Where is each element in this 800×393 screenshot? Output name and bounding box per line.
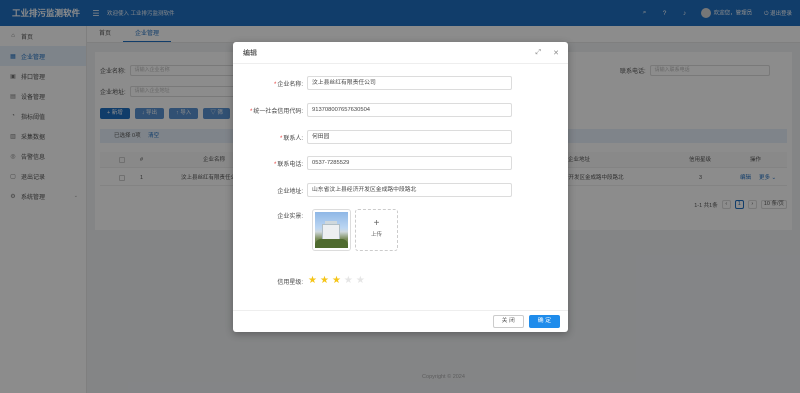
plus-icon: + — [373, 218, 380, 229]
field-phone: *联系电话: 0537-7285529 — [233, 156, 512, 170]
enterprise-name-input[interactable]: 汶上县丝红有限责任公司 — [307, 76, 512, 90]
star-icon[interactable]: ★ — [332, 276, 341, 286]
phone-input[interactable]: 0537-7285529 — [307, 156, 512, 170]
confirm-button[interactable]: 确 定 — [528, 315, 560, 328]
star-icon[interactable]: ★ — [356, 276, 365, 286]
field-label: *联系电话: — [273, 161, 303, 168]
credit-code-input[interactable]: 91370800765763050​4 — [307, 103, 512, 117]
field-label: 企业地址: — [277, 188, 303, 195]
field-credit-code: *统一社会信用代码: 91370800765763050​4 — [233, 103, 512, 117]
star-icon[interactable]: ★ — [320, 276, 329, 286]
field-address: 企业地址: 山东省汶上县经济开发区金成路中段路北 — [233, 183, 512, 197]
field-contact: *联系人: 何田园 — [233, 130, 512, 144]
rating-stars[interactable]: ★ ★ ★ ★ ★ — [308, 276, 365, 286]
star-icon[interactable]: ★ — [344, 276, 353, 286]
modal-title: 编辑 — [243, 49, 257, 57]
modal-footer: 关 闭 确 定 — [233, 310, 568, 332]
close-button[interactable]: 关 闭 — [492, 315, 524, 328]
fullscreen-icon[interactable]: ⤢ — [536, 49, 542, 57]
field-enterprise-name: *企业名称: 汶上县丝红有限责任公司 — [233, 76, 512, 90]
close-icon[interactable]: ✕ — [553, 49, 559, 57]
field-photo: 企业实景: — [233, 211, 307, 220]
contact-input[interactable]: 何田园 — [307, 130, 512, 144]
photo-image — [315, 212, 348, 248]
star-icon[interactable]: ★ — [308, 276, 317, 286]
field-label: *联系人: — [279, 135, 303, 142]
field-label: *统一社会信用代码: — [249, 108, 303, 115]
enterprise-photo-thumbnail[interactable] — [312, 209, 351, 251]
field-label: 企业实景: — [277, 214, 303, 220]
field-label: 信用星级: — [277, 279, 303, 286]
edit-modal: 编辑 ⤢ ✕ *企业名称: 汶上县丝红有限责任公司 *统一社会信用代码: 913… — [233, 42, 568, 332]
modal-header: 编辑 ⤢ ✕ — [233, 42, 568, 64]
address-input[interactable]: 山东省汶上县经济开发区金成路中段路北 — [307, 183, 512, 197]
field-label: *企业名称: — [273, 81, 303, 88]
upload-button[interactable]: + 上传 — [355, 209, 398, 251]
upload-label: 上传 — [370, 232, 382, 238]
field-rating: 信用星级: ★ ★ ★ ★ ★ — [233, 276, 365, 286]
